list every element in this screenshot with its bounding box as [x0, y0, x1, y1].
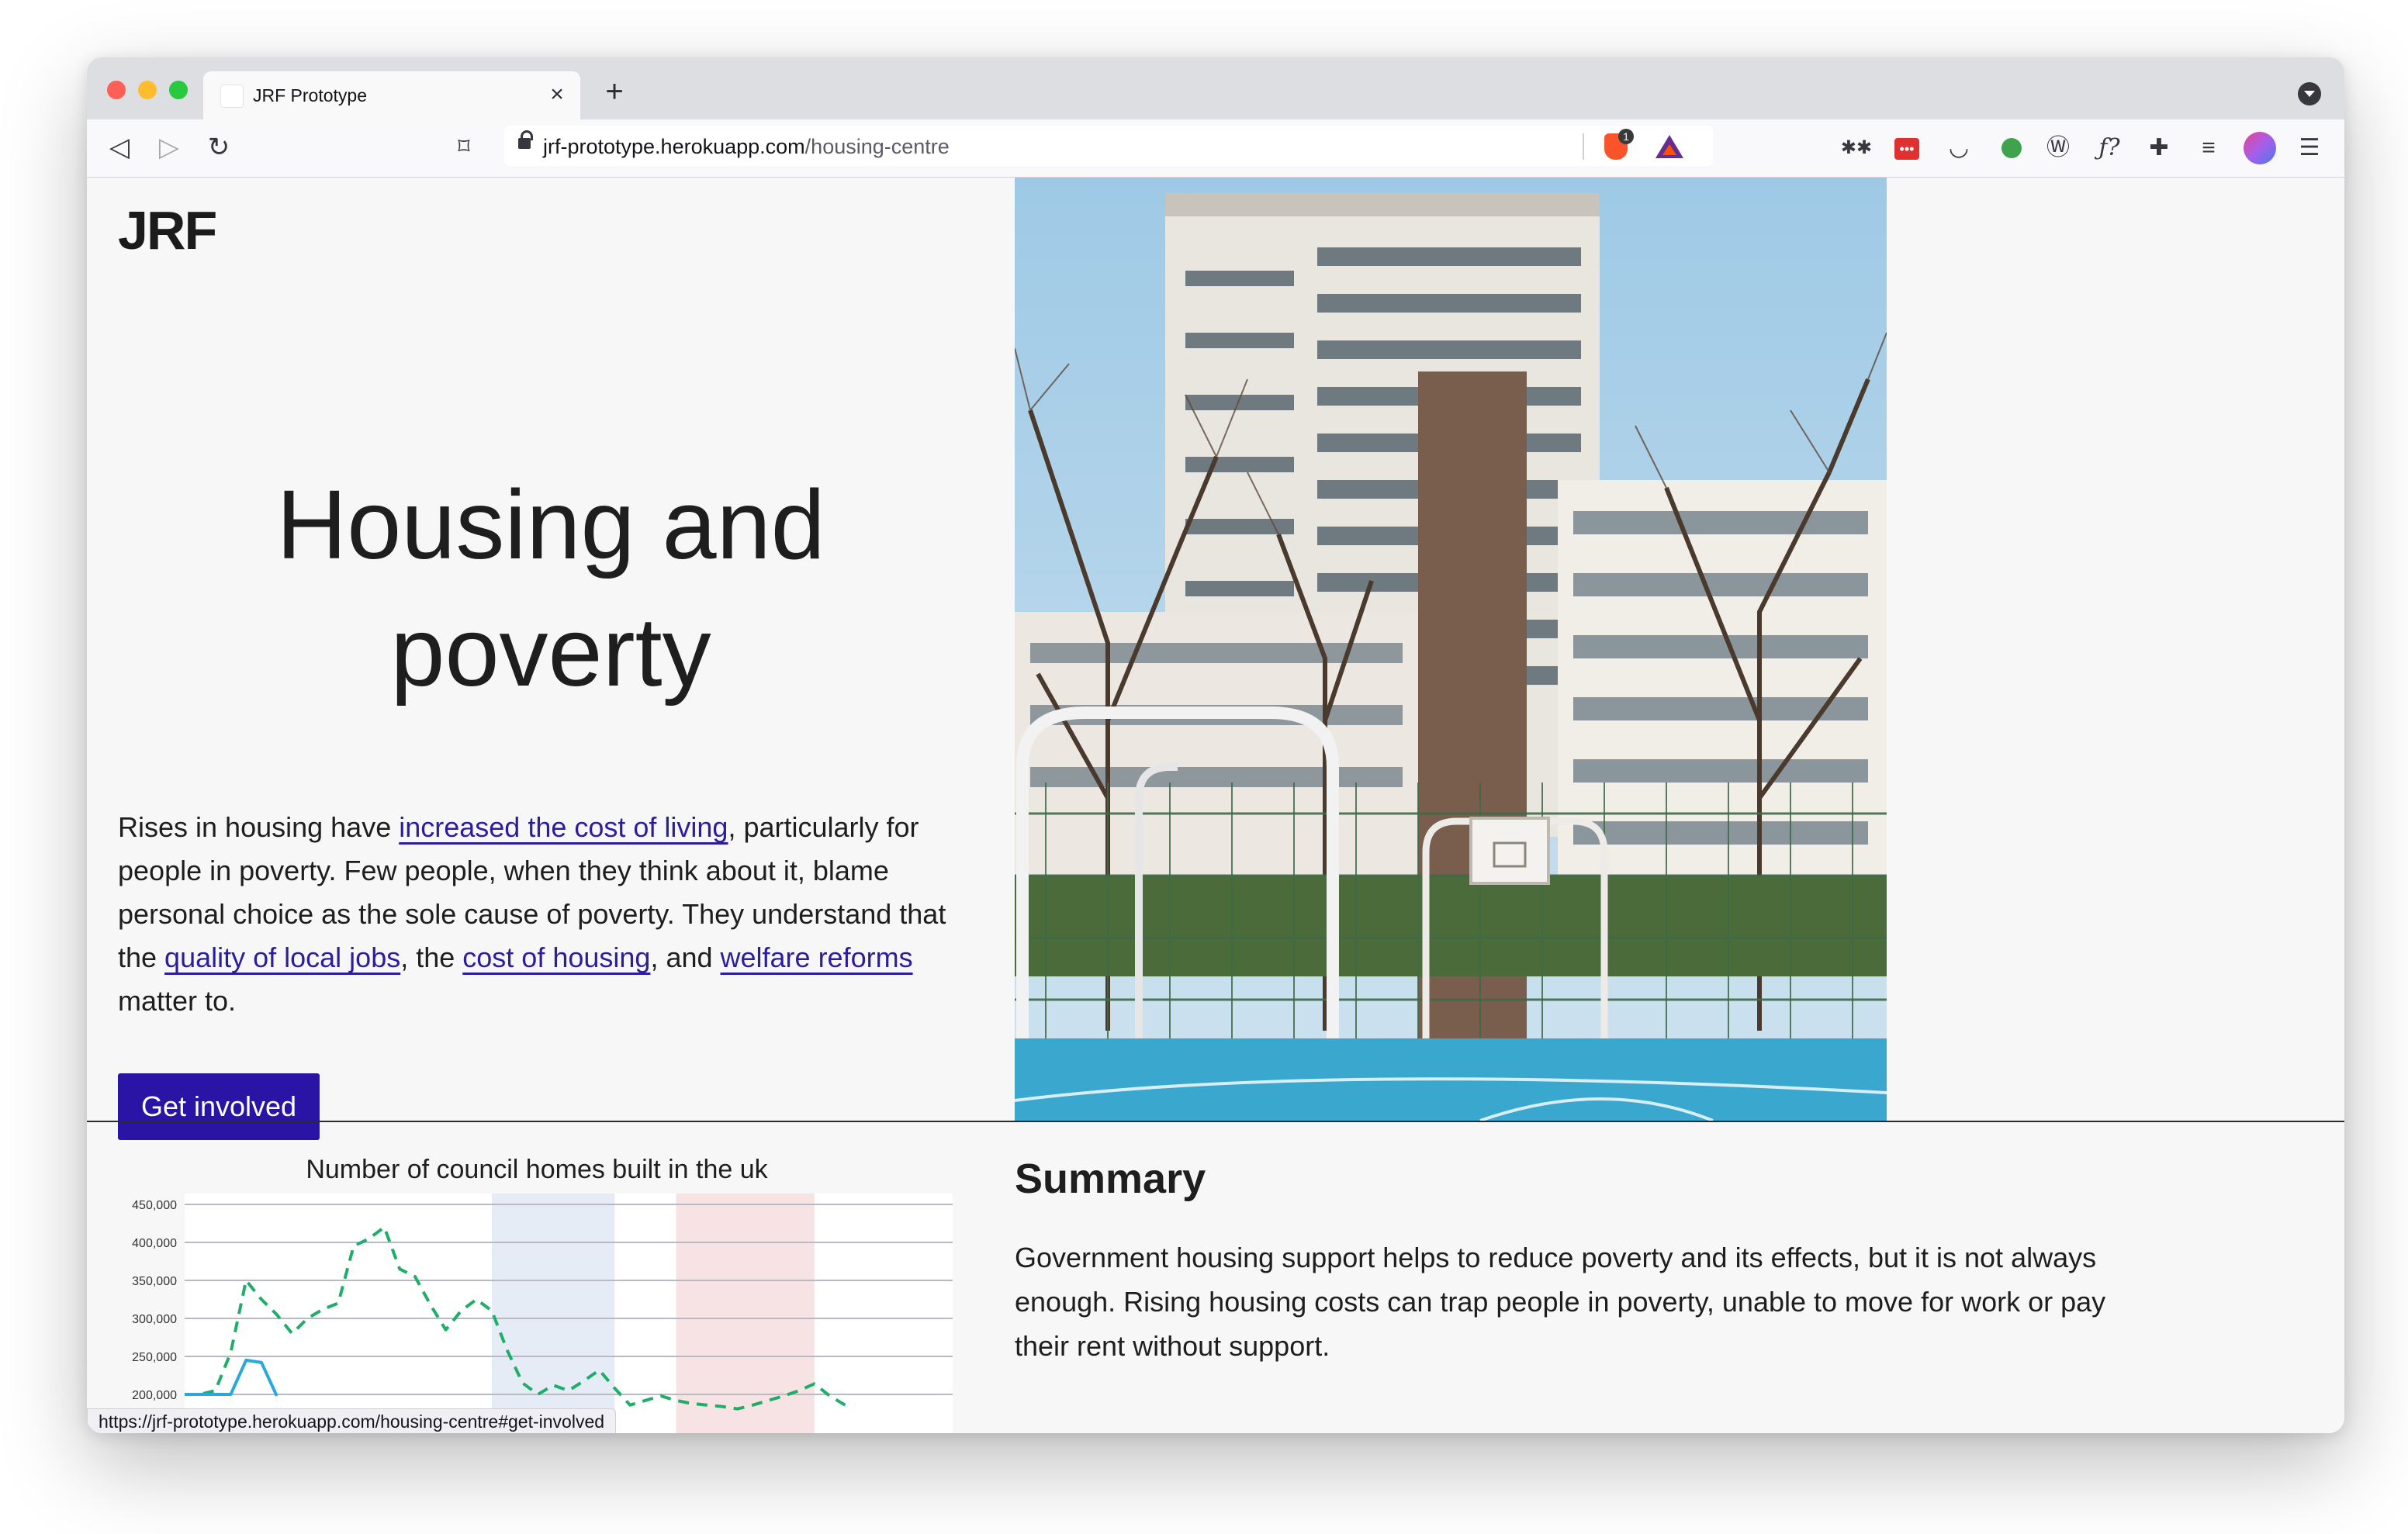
- link-quality-of-local-jobs[interactable]: quality of local jobs: [164, 941, 400, 973]
- pocket-icon[interactable]: ◡: [1941, 130, 1977, 166]
- menu-icon[interactable]: ☰: [2292, 130, 2327, 166]
- link-cost-of-housing[interactable]: cost of housing: [462, 941, 650, 973]
- browser-window: JRF Prototype × + ◁ ▷ ↻ ⌑ jrf-prototype.…: [87, 57, 2344, 1433]
- chart-y-tick-label: 400,000: [132, 1237, 177, 1250]
- url-text[interactable]: jrf-prototype.herokuapp.com/housing-cent…: [543, 135, 950, 159]
- window-zoom-button[interactable]: [169, 81, 188, 99]
- extension-red-icon[interactable]: •••: [1894, 138, 1919, 160]
- page-content: JRF Housing and poverty Rises in housing …: [87, 178, 2344, 1433]
- close-tab-icon[interactable]: ×: [543, 81, 571, 109]
- chart-y-tick-label: 300,000: [132, 1313, 177, 1326]
- window-minimize-button[interactable]: [138, 81, 157, 99]
- bookmark-icon[interactable]: ⌑: [444, 127, 484, 168]
- brave-rewards-icon[interactable]: [1656, 135, 1683, 158]
- extensions-puzzle-icon[interactable]: ✚: [2141, 130, 2177, 166]
- wordpress-icon[interactable]: Ⓦ: [2040, 130, 2076, 166]
- back-button[interactable]: ◁: [99, 127, 140, 168]
- profile-avatar[interactable]: [2244, 132, 2276, 164]
- council-homes-chart: Number of council homes built in the uk …: [118, 1155, 956, 1433]
- reload-button[interactable]: ↻: [199, 127, 239, 168]
- summary-paragraph: Government housing support helps to redu…: [1015, 1242, 2106, 1362]
- chart-band-0: [492, 1194, 615, 1433]
- chart-y-tick-label: 350,000: [132, 1275, 177, 1288]
- new-tab-button[interactable]: +: [597, 76, 631, 110]
- list-all-tabs-button[interactable]: [2298, 82, 2321, 105]
- chart-y-tick-label: 200,000: [132, 1389, 177, 1402]
- extension-tree-icon[interactable]: [2001, 138, 2022, 158]
- font-identifier-icon[interactable]: ƒ?: [2091, 130, 2127, 166]
- get-involved-button[interactable]: Get involved: [118, 1073, 320, 1140]
- lock-icon[interactable]: [518, 130, 533, 150]
- page-title: Housing and poverty: [276, 470, 825, 707]
- site-logo[interactable]: JRF: [118, 199, 217, 261]
- forward-button[interactable]: ▷: [149, 127, 189, 168]
- status-bar-url: https://jrf-prototype.herokuapp.com/hous…: [87, 1408, 617, 1433]
- intro-paragraph: Rises in housing have increased the cost…: [118, 811, 946, 1017]
- chart-y-tick-label: 250,000: [132, 1351, 177, 1364]
- tab-strip: JRF Prototype × +: [87, 57, 2344, 119]
- extension-asterisk-icon[interactable]: ✱✱: [1839, 130, 1874, 166]
- tab-jrf-prototype[interactable]: JRF Prototype ×: [203, 71, 580, 119]
- favicon-icon: [220, 85, 244, 108]
- chart-y-tick-label: 450,000: [132, 1199, 177, 1212]
- shields-count-badge: 1: [1618, 129, 1634, 144]
- link-welfare-reforms[interactable]: welfare reforms: [721, 941, 913, 973]
- address-bar[interactable]: jrf-prototype.herokuapp.com/housing-cent…: [504, 126, 1713, 166]
- hero-photo: [1015, 178, 1887, 1121]
- chart-plot: 450,000 400,000 350,000 300,000 250,000 200,0…: [132, 1194, 953, 1433]
- chart-title: Number of council homes built in the uk: [306, 1155, 768, 1184]
- reader-list-icon[interactable]: ≡: [2191, 130, 2226, 166]
- housing-estate-photo: [1015, 178, 1887, 1121]
- navigation-toolbar: ◁ ▷ ↻ ⌑ jrf-prototype.herokuapp.com/hous…: [87, 119, 2344, 178]
- window-close-button[interactable]: [107, 81, 126, 99]
- url-separator: [1583, 133, 1584, 160]
- summary-heading: Summary: [1015, 1156, 1206, 1202]
- chart-band-1: [676, 1194, 815, 1433]
- link-cost-of-living[interactable]: increased the cost of living: [399, 811, 728, 843]
- tab-title: JRF Prototype: [253, 85, 367, 105]
- section-divider: [87, 1121, 2344, 1122]
